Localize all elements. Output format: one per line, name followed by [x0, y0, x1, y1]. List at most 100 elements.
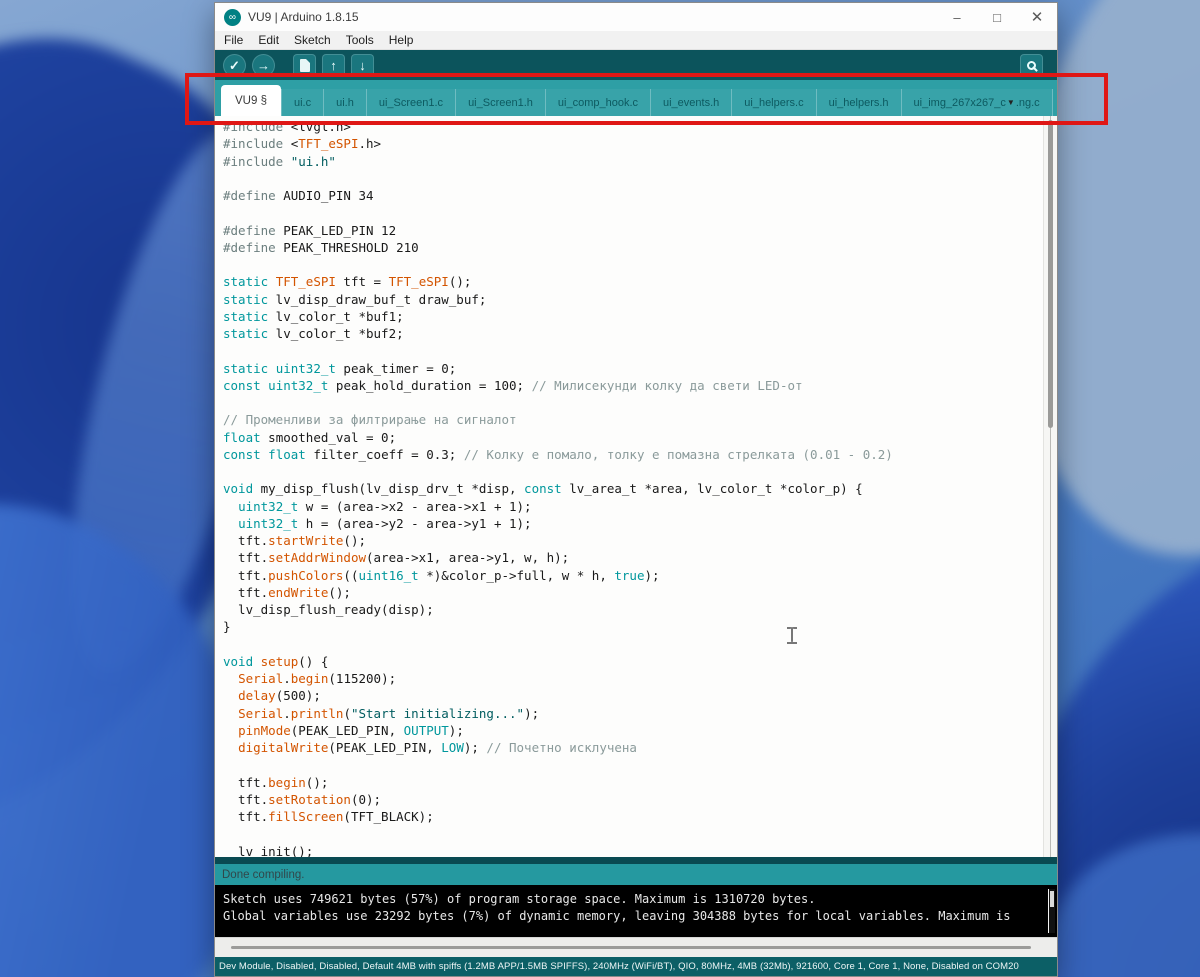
tab-ui-comp-hook-c[interactable]: ui_comp_hook.c [545, 89, 650, 116]
toolbar [215, 50, 1057, 80]
code-line [223, 170, 1039, 187]
editor-vertical-scrollbar[interactable] [1043, 116, 1057, 857]
code-line: tft.setAddrWindow(area->x1, area->y1, w,… [223, 549, 1039, 566]
code-line: const uint32_t peak_hold_duration = 100;… [223, 377, 1039, 394]
check-icon [229, 59, 240, 72]
new-sketch-button[interactable] [293, 54, 316, 77]
code-line [223, 256, 1039, 273]
code-line [223, 825, 1039, 842]
code-line [223, 394, 1039, 411]
tab-ui-screen1-c[interactable]: ui_Screen1.c [366, 89, 455, 116]
code-line: tft.startWrite(); [223, 532, 1039, 549]
code-line: uint32_t h = (area->y2 - area->y1 + 1); [223, 515, 1039, 532]
arduino-logo-icon: ∞ [224, 9, 241, 26]
magnifier-icon [1027, 61, 1036, 70]
code-line: tft.begin(); [223, 774, 1039, 791]
tab-ui-h[interactable]: ui.h [323, 89, 366, 116]
ibeam-cursor [786, 626, 798, 645]
tab-ui-screen1-h[interactable]: ui_Screen1.h [455, 89, 545, 116]
code-line: uint32_t w = (area->x2 - area->x1 + 1); [223, 498, 1039, 515]
code-line [223, 204, 1039, 221]
chevron-down-icon[interactable]: ▼ [1007, 98, 1015, 107]
tab-ui-img-267x267-c[interactable]: ui_img_267x267_c▼.ng.c [901, 89, 1053, 116]
tab-label: ui_helpers.c [744, 97, 803, 109]
code-line: lv_disp_flush_ready(disp); [223, 601, 1039, 618]
code-line: #define PEAK_THRESHOLD 210 [223, 239, 1039, 256]
open-button[interactable] [322, 54, 345, 77]
menu-help[interactable]: Help [389, 33, 414, 47]
tab-label: VU9 § [235, 95, 267, 107]
console-scrollbar-thumb[interactable] [1050, 891, 1054, 907]
code-line: // Променливи за филтрирање на сигналот [223, 411, 1039, 428]
code-line [223, 463, 1039, 480]
document-icon [300, 59, 310, 72]
minimize-button[interactable]: – [937, 3, 977, 31]
code-line: #include <TFT_eSPI.h> [223, 135, 1039, 152]
menu-edit[interactable]: Edit [258, 33, 279, 47]
code-line: #include "ui.h" [223, 153, 1039, 170]
tab-label: ui_helpers.h [829, 97, 889, 109]
code-line: static TFT_eSPI tft = TFT_eSPI(); [223, 273, 1039, 290]
console-line: Sketch uses 749621 bytes (57%) of progra… [223, 891, 1043, 908]
verify-button[interactable] [223, 54, 246, 77]
tab-label: ui_Screen1.h [468, 97, 533, 109]
desktop: ∞ VU9 | Arduino 1.8.15 – □ ✕ File Edit Ske… [0, 0, 1200, 977]
code-line: tft.pushColors((uint16_t *)&color_p->ful… [223, 567, 1039, 584]
code-line: const float filter_coeff = 0.3; // Колку… [223, 446, 1039, 463]
menu-bar: File Edit Sketch Tools Help [215, 31, 1057, 50]
code-line [223, 342, 1039, 359]
horizontal-scrollbar-thumb[interactable] [231, 946, 1031, 949]
arduino-ide-window: ∞ VU9 | Arduino 1.8.15 – □ ✕ File Edit Ske… [214, 2, 1058, 977]
code-line: #define AUDIO_PIN 34 [223, 187, 1039, 204]
scrollbar-thumb[interactable] [1048, 120, 1053, 428]
tab-vu9-[interactable]: VU9 § [221, 85, 281, 116]
console-output: Sketch uses 749621 bytes (57%) of progra… [215, 885, 1057, 937]
menu-file[interactable]: File [224, 33, 243, 47]
horizontal-scroll-strip [215, 937, 1057, 957]
console-vertical-scrollbar[interactable] [1048, 889, 1055, 933]
maximize-button[interactable]: □ [977, 3, 1017, 31]
code-editor[interactable]: #include <lvgl.h>#include <TFT_eSPI.h>#i… [215, 116, 1057, 857]
save-button[interactable] [351, 54, 374, 77]
toolbar-right-group [1020, 54, 1049, 77]
tab-label: ui_Screen1.c [379, 97, 443, 109]
code-line: #include <lvgl.h> [223, 118, 1039, 135]
console-lines: Sketch uses 749621 bytes (57%) of progra… [223, 891, 1043, 925]
menu-tools[interactable]: Tools [346, 33, 374, 47]
close-button[interactable]: ✕ [1017, 3, 1057, 31]
tab-ui-events-h[interactable]: ui_events.h [650, 89, 731, 116]
code-line: static lv_disp_draw_buf_t draw_buf; [223, 291, 1039, 308]
code-line: Serial.println("Start initializing..."); [223, 705, 1039, 722]
code-line: delay(500); [223, 687, 1039, 704]
tab-label: ui_img_267x267_c [914, 97, 1006, 109]
code-line: void my_disp_flush(lv_disp_drv_t *disp, … [223, 480, 1039, 497]
toolbar-left-group [223, 54, 380, 77]
arrow-up-icon [330, 59, 337, 72]
code-line: static lv_color_t *buf1; [223, 308, 1039, 325]
status-message: Done compiling. [222, 869, 304, 881]
code-line [223, 756, 1039, 773]
tab-label: ui_events.h [663, 97, 719, 109]
code-line: } [223, 618, 1039, 635]
upload-button[interactable] [252, 54, 275, 77]
code-line: tft.setRotation(0); [223, 791, 1039, 808]
code-line [223, 636, 1039, 653]
code-line: void setup() { [223, 653, 1039, 670]
tab-label: ui.h [336, 97, 354, 109]
tab-label: ui.c [294, 97, 311, 109]
arrow-down-icon [359, 59, 366, 72]
tab-ui-helpers-c[interactable]: ui_helpers.c [731, 89, 815, 116]
serial-monitor-button[interactable] [1020, 54, 1043, 77]
menu-sketch[interactable]: Sketch [294, 33, 331, 47]
code-line: tft.fillScreen(TFT_BLACK); [223, 808, 1039, 825]
code-line: Serial.begin(115200); [223, 670, 1039, 687]
code-line: float smoothed_val = 0; [223, 429, 1039, 446]
code-line: tft.endWrite(); [223, 584, 1039, 601]
tab-label: .ng.c [1016, 97, 1040, 109]
tab-ui-c[interactable]: ui.c [281, 89, 323, 116]
tab-ui-helpers-h[interactable]: ui_helpers.h [816, 89, 901, 116]
code-line: #define PEAK_LED_PIN 12 [223, 222, 1039, 239]
code-lines: #include <lvgl.h>#include <TFT_eSPI.h>#i… [223, 118, 1039, 857]
title-bar[interactable]: ∞ VU9 | Arduino 1.8.15 – □ ✕ [215, 3, 1057, 31]
code-line: digitalWrite(PEAK_LED_PIN, LOW); // Поче… [223, 739, 1039, 756]
